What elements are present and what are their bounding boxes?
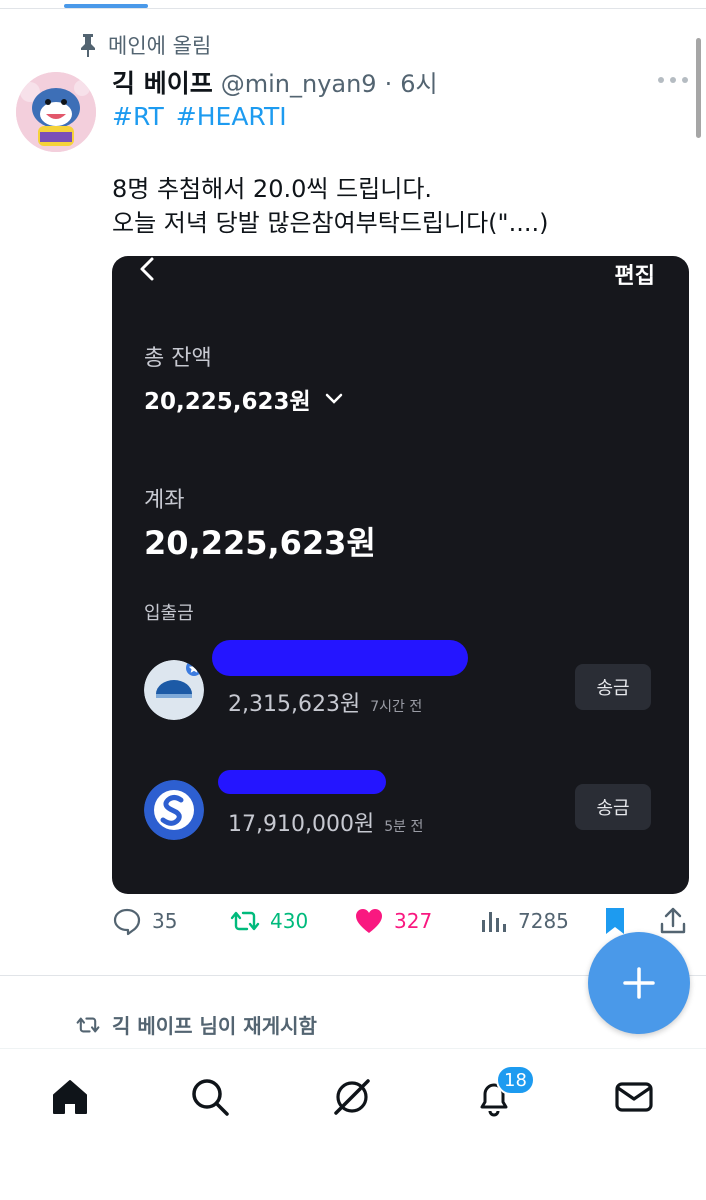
transaction-amount: 17,910,000원 5분 전 [228,806,423,838]
account-amount: 20,225,623원 [144,524,376,562]
search-icon [192,1079,229,1116]
notification-badge: 18 [496,1065,535,1095]
hashtag-link[interactable]: #RT [112,102,164,131]
share-icon [660,907,686,934]
user-handle[interactable]: @min_nyan9 [221,70,377,98]
nav-messages[interactable] [612,1075,656,1119]
heart-icon [356,909,382,933]
plus-icon [623,967,655,999]
total-balance-amount: 20,225,623원 [144,389,311,415]
retweet-count: 430 [270,909,309,933]
hashtags: #RT #HEARTI [112,102,287,131]
tweet-actions: 35 430 327 7285 [112,906,692,944]
compose-button[interactable] [588,932,690,1034]
pin-icon [81,34,95,57]
views-count: 7285 [518,909,569,933]
tweet-header: 긱 베이프 @min_nyan9 · 6시 [112,64,438,100]
home-icon [53,1080,87,1114]
account-label: 계좌 [144,488,185,513]
transaction-row: 2,315,623원 7시간 전 송금 [112,640,689,726]
share-button[interactable] [658,906,688,936]
redacted-name [218,770,386,794]
retweet-button[interactable]: 430 [230,906,308,936]
total-balance: 20,225,623원 [144,382,343,416]
bank-logo-icon [144,780,204,840]
pinned-text: 메인에 올림 [108,34,212,58]
deposit-withdraw-label: 입출금 [144,603,194,624]
hashtag-link[interactable]: #HEARTI [176,102,287,131]
tweet-media-image[interactable]: 편집 총 잔액 20,225,623원 계좌 20,225,623원 입출금 2… [112,256,689,894]
reply-button[interactable]: 35 [112,906,177,936]
like-count: 327 [394,909,433,933]
like-button[interactable]: 327 [354,906,432,936]
views-button[interactable]: 7285 [478,906,569,936]
retweet-notice: 긱 베이프 님이 재게시함 [76,1010,317,1039]
pinned-label: 메인에 올림 [78,30,211,60]
tweet-text-line: 8명 추첨해서 20.0씩 드립니다. [112,175,433,203]
total-balance-label: 총 잔액 [144,346,212,371]
transaction-amount: 2,315,623원 7시간 전 [228,686,422,718]
bookmark-icon [606,908,624,934]
tweet-text-line: 오늘 저녁 당발 많은참여부탁드립니다("....) [112,209,549,237]
nav-notifications[interactable]: 18 [472,1065,535,1119]
more-icon[interactable] [656,70,690,90]
bookmark-button[interactable] [600,906,630,936]
transaction-value: 2,315,623원 [228,692,361,717]
reply-count: 35 [152,909,178,933]
reply-icon [113,908,141,936]
bottom-nav: 18 [0,1048,706,1200]
avatar[interactable] [16,72,96,152]
retweet-notice-text[interactable]: 긱 베이프 님이 재게시함 [112,1010,317,1039]
views-icon [482,912,506,932]
grok-icon [334,1079,370,1115]
chevron-down-icon [325,393,342,404]
transaction-time: 5분 전 [384,819,424,835]
nav-search[interactable] [188,1075,232,1119]
scrollbar[interactable] [696,38,701,138]
transaction-row: 17,910,000원 5분 전 송금 [112,770,689,846]
transaction-time: 7시간 전 [370,699,423,715]
transaction-value: 17,910,000원 [228,812,375,837]
tweet-text: 8명 추첨해서 20.0씩 드립니다. 오늘 저녁 당발 많은참여부탁드립니다(… [112,172,548,240]
redacted-name [212,640,468,676]
retweet-icon [230,911,260,931]
nav-home[interactable] [48,1075,92,1119]
send-money-button[interactable]: 송금 [575,664,651,710]
retweet-icon [76,1017,100,1032]
send-money-button[interactable]: 송금 [575,784,651,830]
back-icon [140,257,154,281]
bank-logo-icon [144,660,204,720]
edit-label: 편집 [614,264,655,289]
tweet-time[interactable]: 6시 [400,64,437,99]
nav-grok[interactable] [330,1075,374,1119]
separator-dot: · [384,70,393,98]
display-name[interactable]: 긱 베이프 [112,64,213,100]
avatar-image [16,72,96,152]
mail-icon [615,1082,653,1112]
top-divider [0,8,706,9]
